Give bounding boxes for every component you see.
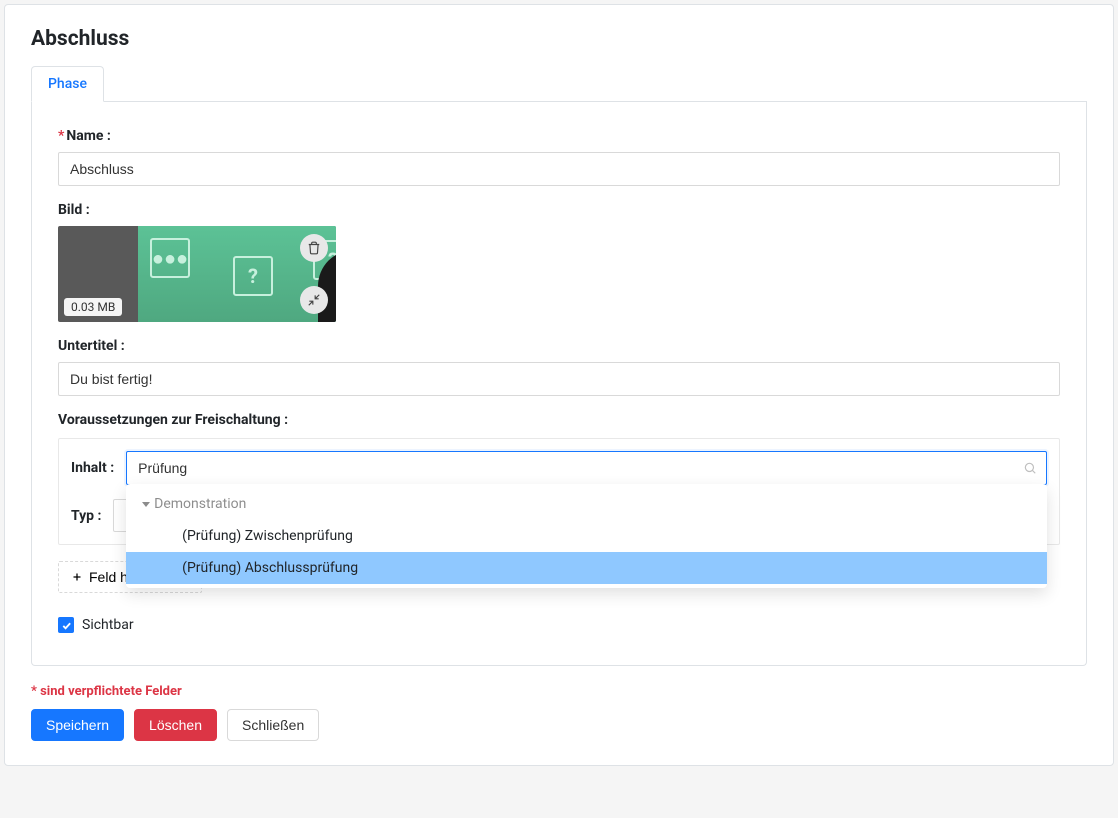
- visible-checkbox[interactable]: [58, 617, 74, 633]
- plus-icon: [71, 571, 83, 583]
- dropdown-group-header[interactable]: Demonstration: [126, 488, 1047, 520]
- search-icon: [1023, 461, 1037, 475]
- trash-icon: [307, 241, 321, 255]
- bild-label: Bild :: [58, 202, 1060, 218]
- name-input[interactable]: [58, 152, 1060, 186]
- subtitle-label: Untertitel :: [58, 338, 1060, 354]
- inhalt-label: Inhalt :: [71, 460, 114, 476]
- dropdown-option-abschlusspruefung[interactable]: (Prüfung) Abschlussprüfung: [126, 552, 1047, 584]
- dropdown-option-zwischenpruefung[interactable]: (Prüfung) Zwischenprüfung: [126, 520, 1047, 552]
- collapse-icon: [307, 293, 321, 307]
- inhalt-dropdown: Demonstration (Prüfung) Zwischenprüfung …: [126, 484, 1047, 588]
- page-title: Abschluss: [31, 27, 1087, 52]
- delete-image-button[interactable]: [300, 234, 328, 262]
- close-button[interactable]: Schließen: [227, 709, 319, 741]
- required-note: * sind verpflichtete Felder: [31, 684, 1087, 699]
- image-thumbnail[interactable]: ●●● ? ? 0.03 MB: [58, 226, 336, 322]
- prereq-section: Inhalt : Demonstration (Prüfung) Zwische…: [58, 438, 1060, 545]
- inhalt-search-input[interactable]: [126, 451, 1047, 485]
- name-label: *Name :: [58, 128, 1060, 144]
- required-star: *: [58, 128, 64, 144]
- check-icon: [61, 620, 72, 631]
- visible-label: Sichtbar: [82, 617, 134, 633]
- subtitle-input[interactable]: [58, 362, 1060, 396]
- image-size-badge: 0.03 MB: [64, 298, 122, 316]
- tab-bar: Phase: [31, 66, 1087, 102]
- save-button[interactable]: Speichern: [31, 709, 124, 741]
- caret-down-icon: [142, 502, 150, 507]
- footer-buttons: Speichern Löschen Schließen: [31, 709, 1087, 741]
- typ-label: Typ :: [71, 508, 101, 524]
- tab-phase[interactable]: Phase: [31, 66, 104, 102]
- delete-button[interactable]: Löschen: [134, 709, 217, 741]
- image-corner-icon[interactable]: [300, 286, 328, 314]
- tab-pane-phase: *Name : Bild : ●●● ? ? 0.03 MB: [31, 102, 1087, 666]
- prereq-label: Voraussetzungen zur Freischaltung :: [58, 412, 1060, 428]
- inhalt-select-wrap: Demonstration (Prüfung) Zwischenprüfung …: [126, 451, 1047, 485]
